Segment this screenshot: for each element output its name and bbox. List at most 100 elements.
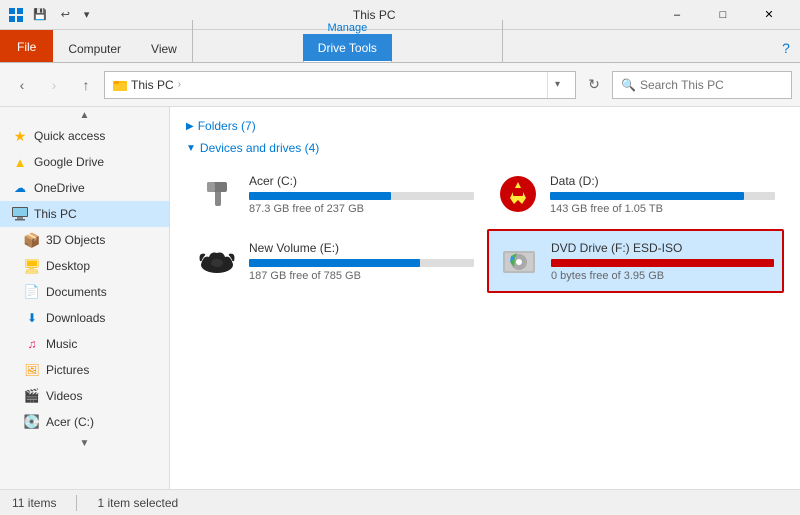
sidebar-label-documents: Documents bbox=[46, 285, 107, 299]
sidebar-label-quick-access: Quick access bbox=[34, 129, 105, 143]
content-area: ▶ Folders (7) ▼ Devices and drives (4) A… bbox=[170, 107, 800, 489]
status-separator bbox=[76, 495, 77, 511]
drive-dvd-icon-area bbox=[497, 239, 541, 283]
pc-icon bbox=[12, 206, 28, 222]
drive-data-free: 143 GB free of 1.05 TB bbox=[550, 203, 775, 215]
selection-info: 1 item selected bbox=[97, 496, 178, 510]
close-button[interactable]: ✕ bbox=[746, 0, 792, 30]
sidebar-label-onedrive: OneDrive bbox=[34, 181, 85, 195]
music-icon: ♫ bbox=[24, 336, 40, 352]
sidebar-item-videos[interactable]: 🎬 Videos bbox=[0, 383, 169, 409]
drive-acer-info: Acer (C:) 87.3 GB free of 237 GB bbox=[249, 174, 474, 215]
sidebar-item-quick-access[interactable]: ★ Quick access bbox=[0, 123, 169, 149]
drive-acer-name: Acer (C:) bbox=[249, 174, 474, 188]
search-input[interactable] bbox=[640, 78, 795, 92]
drives-grid: Acer (C:) 87.3 GB free of 237 GB bbox=[170, 159, 800, 297]
drive-new-volume-e[interactable]: New Volume (E:) 187 GB free of 785 GB bbox=[186, 229, 483, 293]
drive-dvd-free: 0 bytes free of 3.95 GB bbox=[551, 270, 774, 282]
drive-acer-bar-fill bbox=[249, 192, 391, 200]
forward-button[interactable]: › bbox=[40, 71, 68, 99]
quick-access-toolbar-save[interactable]: 💾 bbox=[28, 6, 52, 23]
minimize-button[interactable]: – bbox=[654, 0, 700, 30]
drive-acer-bar-bg bbox=[249, 192, 474, 200]
address-chevron: › bbox=[178, 79, 181, 90]
ribbon: File Computer View Manage Drive Tools ? bbox=[0, 30, 800, 63]
folder-icon bbox=[113, 78, 127, 92]
search-icon: 🔍 bbox=[621, 78, 636, 92]
tab-computer[interactable]: Computer bbox=[53, 34, 136, 62]
sidebar-item-this-pc[interactable]: This PC bbox=[0, 201, 169, 227]
window-icon bbox=[8, 7, 24, 23]
download-icon: ⬇ bbox=[24, 310, 40, 326]
sidebar-item-desktop[interactable]: 🖥 Desktop bbox=[0, 253, 169, 279]
batman-icon bbox=[197, 241, 237, 281]
title-bar-left: 💾 ↩ ▾ bbox=[8, 6, 94, 23]
drive-data-icon-area bbox=[496, 172, 540, 216]
drive-volume-bar-bg bbox=[249, 259, 474, 267]
dvd-icon bbox=[499, 241, 539, 281]
folder-desktop-icon: 🖥 bbox=[24, 258, 40, 274]
drive-data-bar-bg bbox=[550, 192, 775, 200]
folder-3d-icon: 📦 bbox=[24, 232, 40, 248]
gdrive-icon: ▲ bbox=[12, 154, 28, 170]
sidebar-label-3d-objects: 3D Objects bbox=[46, 233, 105, 247]
main-layout: ▲ ★ Quick access ▲ Google Drive ☁ OneDri… bbox=[0, 107, 800, 489]
sidebar-item-acer-c[interactable]: 💽 Acer (C:) bbox=[0, 409, 169, 435]
sidebar-item-3d-objects[interactable]: 📦 3D Objects bbox=[0, 227, 169, 253]
sidebar-item-pictures[interactable]: 🖼 Pictures bbox=[0, 357, 169, 383]
sidebar-label-google-drive: Google Drive bbox=[34, 155, 104, 169]
drive-data-d[interactable]: Data (D:) 143 GB free of 1.05 TB bbox=[487, 163, 784, 225]
sidebar: ▲ ★ Quick access ▲ Google Drive ☁ OneDri… bbox=[0, 107, 170, 489]
address-dropdown-btn[interactable]: ▾ bbox=[547, 72, 567, 98]
sidebar-item-documents[interactable]: 📄 Documents bbox=[0, 279, 169, 305]
drive-volume-free: 187 GB free of 785 GB bbox=[249, 270, 474, 282]
address-box[interactable]: This PC › ▾ bbox=[104, 71, 576, 99]
help-button[interactable]: ? bbox=[772, 34, 800, 62]
tab-view[interactable]: View bbox=[136, 34, 192, 62]
drive-acer-c[interactable]: Acer (C:) 87.3 GB free of 237 GB bbox=[186, 163, 483, 225]
tab-drive-tools[interactable]: Drive Tools bbox=[303, 34, 392, 62]
manage-label: Manage bbox=[327, 20, 367, 34]
folder-docs-icon: 📄 bbox=[24, 284, 40, 300]
sidebar-label-downloads: Downloads bbox=[46, 311, 105, 325]
drive-dvd-bar-fill bbox=[551, 259, 774, 267]
drive-dvd-name: DVD Drive (F:) ESD-ISO bbox=[551, 241, 774, 255]
folders-chevron: ▶ bbox=[186, 121, 194, 132]
drive-acer-free: 87.3 GB free of 237 GB bbox=[249, 203, 474, 215]
sidebar-scroll-down[interactable]: ▼ bbox=[0, 435, 169, 451]
ribbon-tabs: File Computer View Manage Drive Tools ? bbox=[0, 30, 800, 62]
drive-dvd-bar-bg bbox=[551, 259, 774, 267]
sidebar-label-acer-c: Acer (C:) bbox=[46, 415, 94, 429]
sidebar-item-downloads[interactable]: ⬇ Downloads bbox=[0, 305, 169, 331]
superman-icon bbox=[498, 174, 538, 214]
search-box[interactable]: 🔍 bbox=[612, 71, 792, 99]
quick-access-toolbar-down[interactable]: ▾ bbox=[79, 6, 95, 23]
folders-section-header[interactable]: ▶ Folders (7) bbox=[170, 115, 800, 137]
status-bar: 11 items 1 item selected bbox=[0, 489, 800, 515]
drive-acer-icon: 💽 bbox=[24, 414, 40, 430]
quick-access-toolbar-undo[interactable]: ↩ bbox=[56, 6, 75, 23]
back-button[interactable]: ‹ bbox=[8, 71, 36, 99]
sidebar-label-music: Music bbox=[46, 337, 77, 351]
pictures-icon: 🖼 bbox=[24, 362, 40, 378]
folders-label: Folders (7) bbox=[198, 119, 256, 133]
drive-dvd-f[interactable]: DVD Drive (F:) ESD-ISO 0 bytes free of 3… bbox=[487, 229, 784, 293]
sidebar-item-google-drive[interactable]: ▲ Google Drive bbox=[0, 149, 169, 175]
window-controls: – □ ✕ bbox=[654, 0, 792, 30]
drive-data-name: Data (D:) bbox=[550, 174, 775, 188]
refresh-button[interactable]: ↻ bbox=[580, 71, 608, 99]
sidebar-scroll-up[interactable]: ▲ bbox=[0, 107, 169, 123]
hammer-icon bbox=[197, 174, 237, 214]
sidebar-item-music[interactable]: ♫ Music bbox=[0, 331, 169, 357]
up-button[interactable]: ↑ bbox=[72, 71, 100, 99]
maximize-button[interactable]: □ bbox=[700, 0, 746, 30]
sidebar-item-onedrive[interactable]: ☁ OneDrive bbox=[0, 175, 169, 201]
address-path: This PC bbox=[131, 78, 174, 92]
drive-acer-icon-area bbox=[195, 172, 239, 216]
tab-file[interactable]: File bbox=[0, 30, 53, 62]
drive-dvd-info: DVD Drive (F:) ESD-ISO 0 bytes free of 3… bbox=[551, 241, 774, 282]
star-icon: ★ bbox=[12, 128, 28, 144]
devices-section-header[interactable]: ▼ Devices and drives (4) bbox=[170, 137, 800, 159]
drive-data-bar-fill bbox=[550, 192, 744, 200]
videos-icon: 🎬 bbox=[24, 388, 40, 404]
